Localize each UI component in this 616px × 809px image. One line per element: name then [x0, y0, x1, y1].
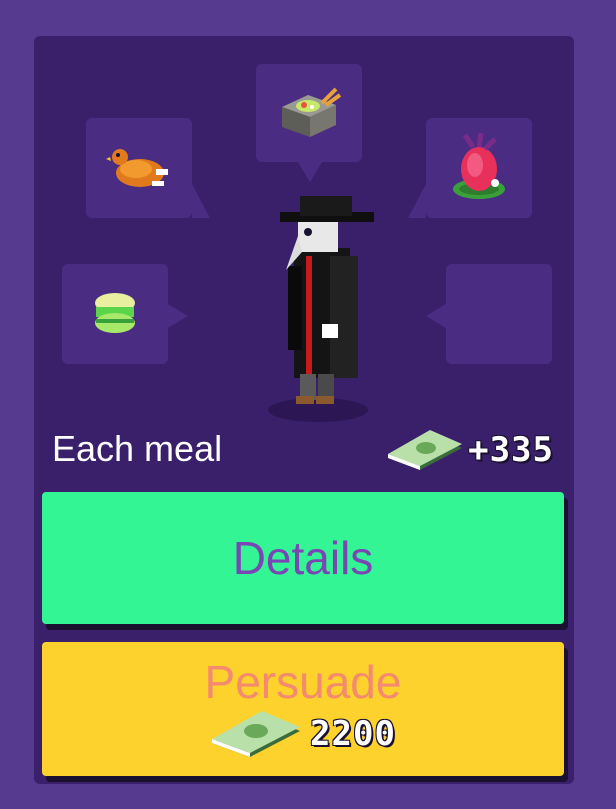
order-bubble-mid-right — [426, 264, 552, 364]
persuade-cost-value: 2200 — [310, 714, 396, 754]
income-per-meal: +335 — [386, 430, 554, 470]
order-bubble-mid-left — [62, 264, 188, 364]
order-bubble-top — [256, 64, 362, 182]
persuade-button[interactable]: Persuade 2200 — [42, 642, 564, 776]
plague-doctor-icon — [268, 196, 374, 422]
each-meal-label: Each meal — [52, 428, 223, 469]
order-bubble-top-right — [408, 118, 532, 218]
cash-stack-icon — [212, 711, 301, 757]
sushi-box-icon — [282, 87, 342, 137]
order-bubble-top-left — [86, 118, 210, 218]
customer-card: Each meal +335 Details Persuade 2200 — [34, 36, 574, 784]
persuade-label: Persuade — [204, 656, 402, 708]
details-button[interactable]: Details — [42, 492, 564, 624]
persuade-cost: 2200 — [210, 711, 396, 757]
cash-stack-icon — [388, 430, 463, 470]
income-value: +335 — [468, 430, 554, 470]
details-label: Details — [232, 532, 374, 584]
dragon-fruit-icon — [453, 133, 505, 199]
macaron-icon — [95, 293, 135, 333]
roast-chicken-icon — [106, 149, 168, 187]
